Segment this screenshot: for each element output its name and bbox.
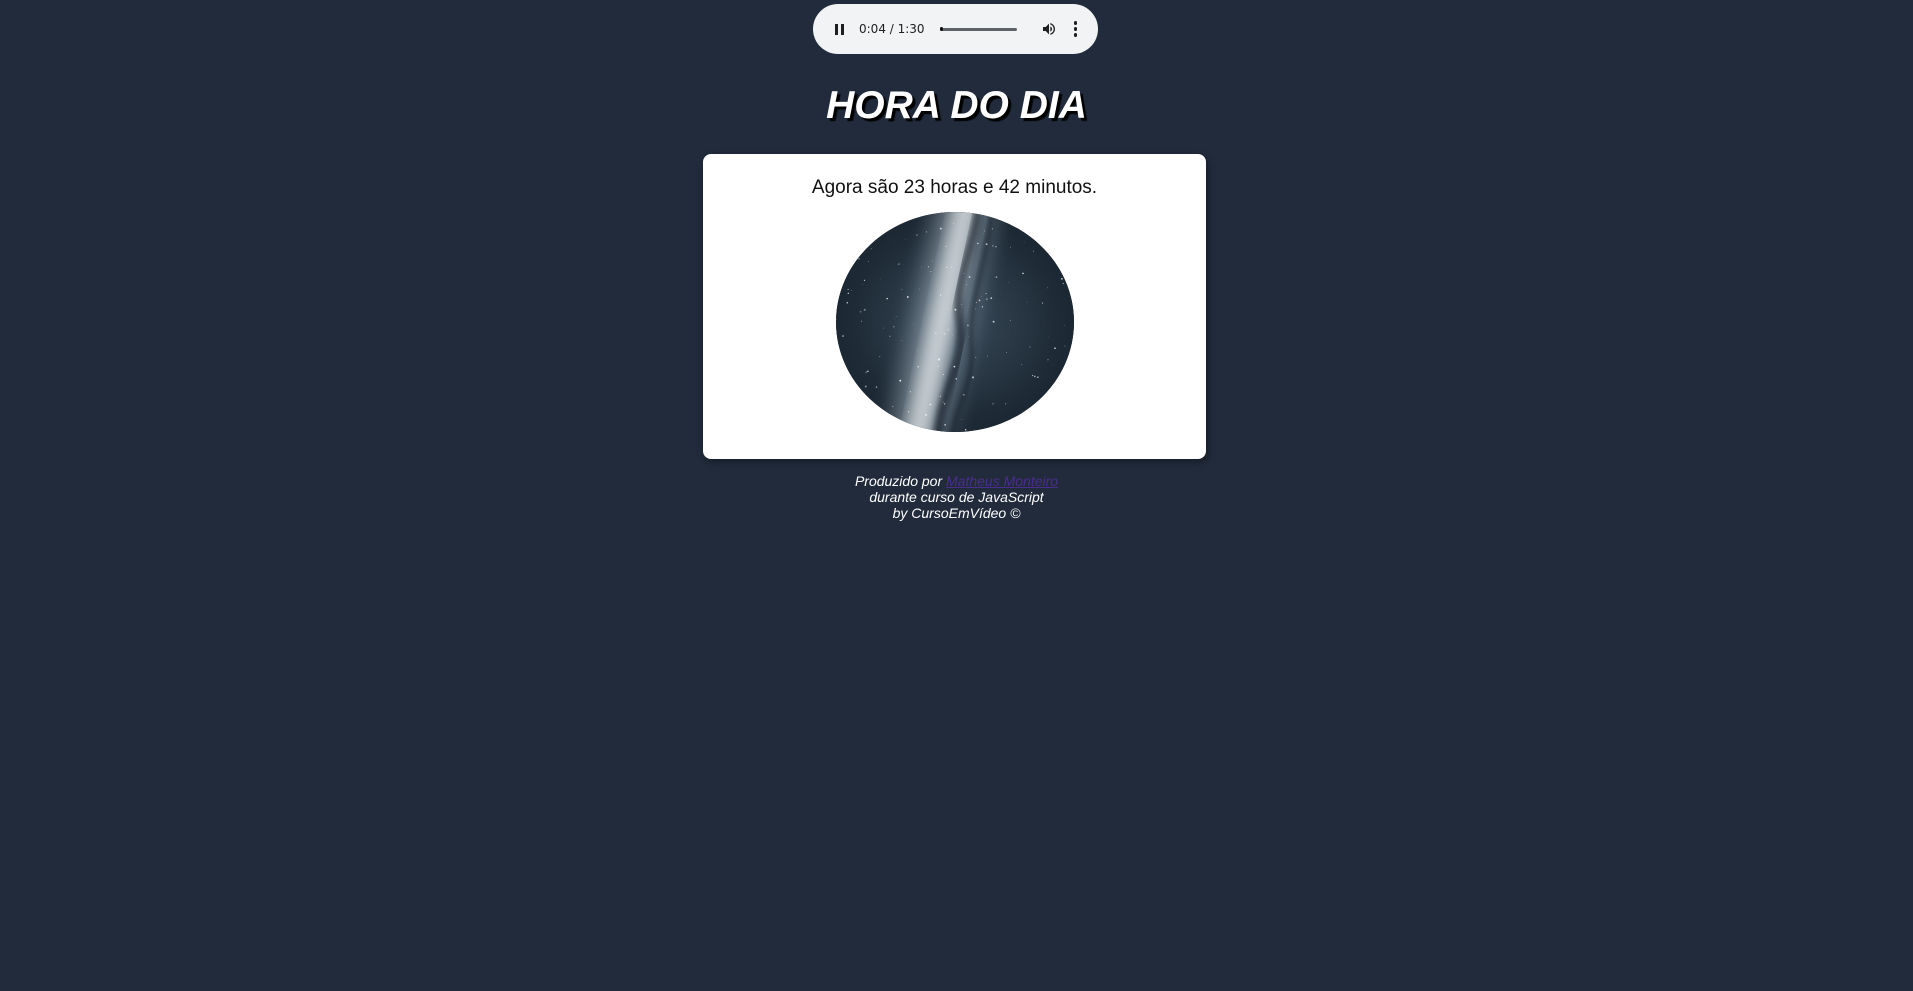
footer-line-2: durante curso de JavaScript <box>869 489 1044 505</box>
progress-fill <box>939 27 943 31</box>
produced-by-text: Produzido por <box>854 473 946 489</box>
time-message: Agora são 23 horas e 42 minutos. <box>811 177 1098 198</box>
audio-player: 0:04 / 1:30 <box>813 4 1098 54</box>
footer: Produzido por Matheus Monteiro durante c… <box>0 473 1913 521</box>
page-title: HORA DO DIA <box>826 84 1087 127</box>
night-sky-image <box>836 212 1074 432</box>
more-vert-icon <box>1073 21 1078 25</box>
time-display: 0:04 / 1:30 <box>859 22 925 36</box>
author-link[interactable]: Matheus Monteiro <box>946 473 1058 489</box>
pause-icon-bar <box>840 23 844 35</box>
more-vert-icon-dot <box>1073 33 1078 37</box>
pause-button[interactable] <box>829 19 849 39</box>
time-card: Agora são 23 horas e 42 minutos. <box>703 154 1206 459</box>
pause-icon <box>834 23 838 35</box>
night-sky-graphic <box>836 212 1074 432</box>
more-vert-icon-dot <box>1073 27 1078 31</box>
progress-slider[interactable] <box>939 27 1017 31</box>
footer-line-3: by CursoEmVídeo © <box>892 505 1021 521</box>
footer-line-1: Produzido por Matheus Monteiro <box>0 473 1913 489</box>
page: 0:04 / 1:30 HORA DO DIA Agora são 23 hor… <box>0 0 1913 991</box>
volume-button[interactable] <box>1039 19 1059 39</box>
volume-icon <box>1042 23 1055 35</box>
more-options-button[interactable] <box>1070 19 1082 39</box>
